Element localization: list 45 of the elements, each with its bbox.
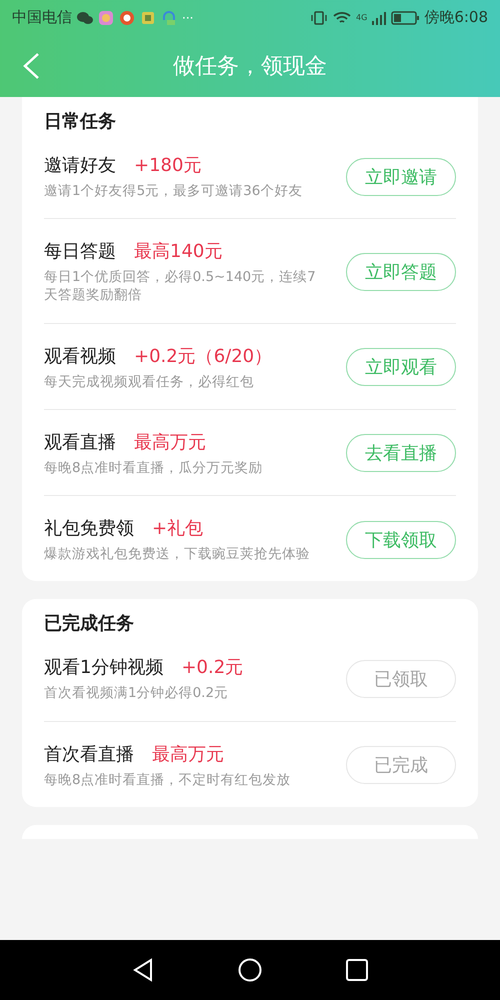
task-button[interactable]: 下载领取 [346, 520, 456, 559]
book-app-icon [140, 10, 156, 26]
task-title: 礼包免费领 [44, 517, 134, 540]
headset-app-icon [161, 10, 177, 26]
task-title: 观看直播 [44, 430, 116, 454]
task-reward: +0.2元 [181, 656, 244, 680]
task-reward: 最高万元 [134, 430, 206, 454]
task-button[interactable]: 立即观看 [346, 348, 456, 386]
task-reward: +0.2元（6/20） [134, 344, 272, 368]
task-description: 每晚8点准时看直播，瓜分万元奖励 [44, 458, 264, 478]
play-app-icon [119, 10, 135, 26]
task-reward: +180元 [134, 154, 202, 177]
task-description: 每日1个优质回答，必得0.5~140元，连续7天答题奖励翻倍 [44, 268, 316, 305]
task-button[interactable]: 立即邀请 [346, 158, 456, 196]
carrier-name: 中国电信 [12, 8, 72, 27]
task-title: 邀请好友 [44, 154, 116, 177]
task-button[interactable]: 立即答题 [346, 252, 456, 291]
section-title: 已完成任务 [44, 612, 135, 636]
app-icon [98, 10, 114, 26]
chat-app-icon [77, 10, 93, 24]
task-description: 爆款游戏礼包免费送，下载豌豆荚抢先体验 [44, 545, 311, 564]
back-nav-icon[interactable] [132, 958, 154, 982]
section-title: 日常任务 [44, 110, 117, 134]
clock-time: 傍晚6:08 [424, 8, 488, 27]
recents-nav-icon[interactable] [346, 959, 368, 981]
task-button[interactable]: 去看直播 [346, 434, 456, 472]
task-title: 首次看直播 [44, 742, 134, 766]
battery-icon [391, 10, 420, 24]
home-nav-icon[interactable] [238, 958, 262, 982]
task-reward: 最高万元 [152, 742, 224, 766]
page-title: 做任务，领现金 [173, 53, 327, 81]
network-type: 4G [356, 13, 368, 22]
more-notifications: ··· [182, 10, 194, 24]
wifi-icon [333, 10, 352, 24]
task-description: 每晚8点准时看直播，不定时有红包发放 [44, 770, 292, 789]
task-reward: +礼包 [152, 517, 204, 540]
task-reward: 最高140元 [134, 240, 222, 264]
task-title: 观看视频 [44, 344, 116, 368]
task-description: 每天完成视频观看任务，必得红包 [44, 372, 255, 391]
task-description: 首次看视频满1分钟必得0.2元 [44, 684, 230, 703]
vibrate-icon [310, 10, 328, 24]
task-title: 观看1分钟视频 [44, 656, 164, 680]
task-title: 每日答题 [44, 240, 116, 264]
task-description: 邀请1个好友得5元，最多可邀请36个好友 [44, 182, 304, 200]
signal-icon [372, 10, 386, 24]
